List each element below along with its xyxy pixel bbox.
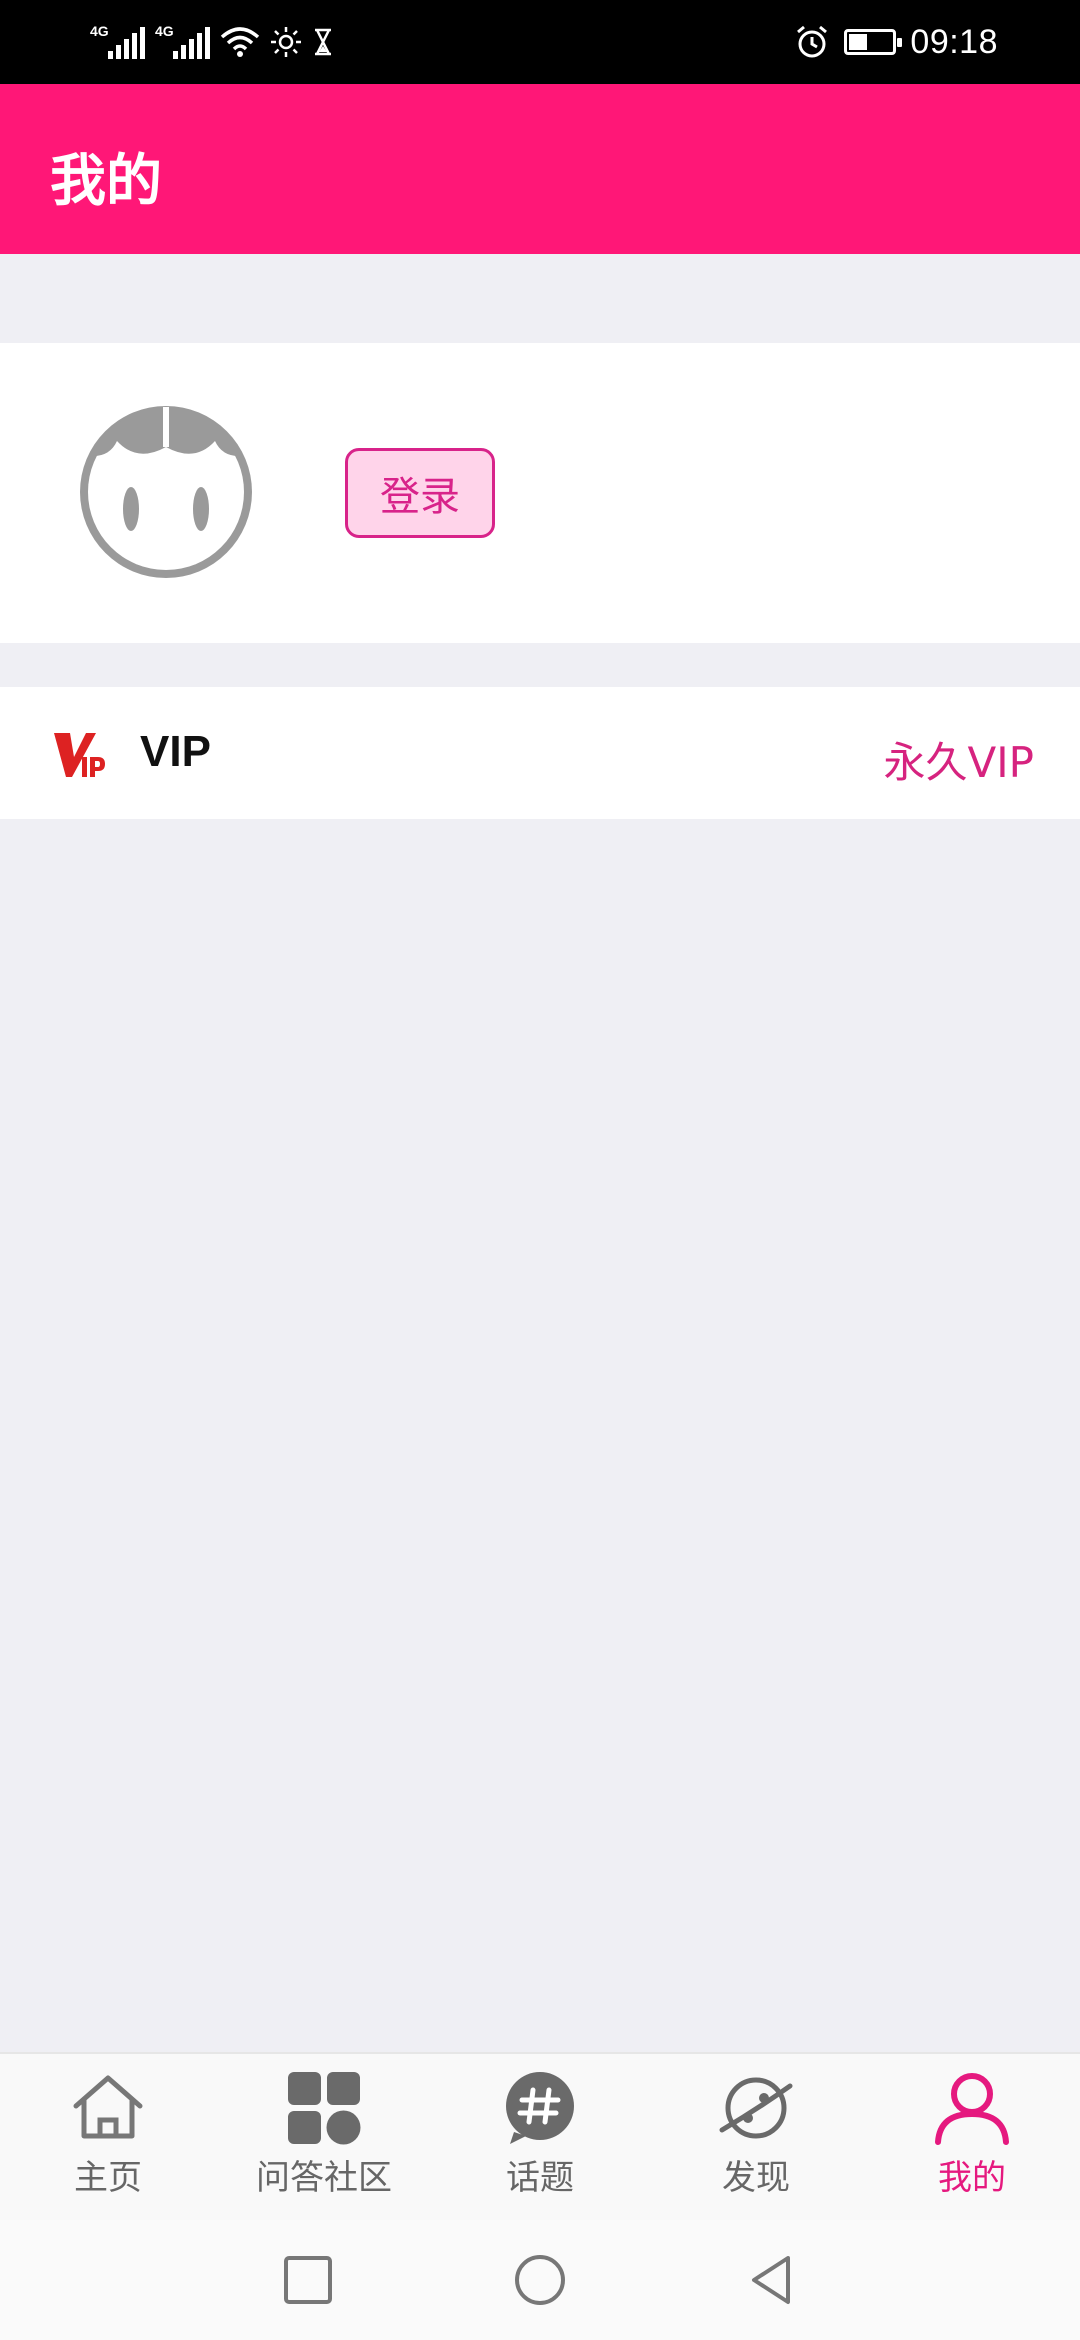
status-time: 09:18 (910, 22, 998, 61)
bottom-nav: 主页 问答社区 话题 发现 我的 (0, 2052, 1080, 2220)
nav-item-topics[interactable]: 话题 (432, 2054, 648, 2220)
brightness-icon (271, 27, 301, 57)
wifi-icon (220, 27, 260, 57)
status-icons-left: 4G 4G (90, 18, 334, 66)
recent-apps-icon[interactable] (280, 2252, 336, 2308)
login-button[interactable]: 登录 (345, 448, 495, 538)
nav-label-home: 主页 (74, 2158, 142, 2198)
hashtag-icon (506, 2072, 574, 2144)
vip-icon (54, 733, 105, 777)
home-circle-icon[interactable] (512, 2252, 568, 2308)
hourglass-icon (315, 28, 331, 56)
grid-icon (288, 2072, 361, 2145)
nav-label-discover: 发现 (722, 2158, 790, 2198)
alarm-icon (797, 25, 828, 58)
network-type-label: 4G (90, 23, 109, 39)
nav-label-qa-community: 问答社区 (256, 2158, 392, 2198)
cellular-signal-icon-2: 4G (155, 23, 210, 59)
network-type-label-2: 4G (155, 23, 174, 39)
app-header: 我的 (0, 84, 1080, 254)
discover-icon (719, 2077, 793, 2139)
page-title: 我的 (50, 149, 162, 214)
cellular-signal-icon: 4G (90, 23, 145, 59)
vip-row[interactable]: VIP 永久VIP (0, 687, 1080, 819)
vip-status-value: 永久VIP (883, 738, 1034, 787)
system-nav-bar (0, 2220, 1080, 2340)
nav-item-mine[interactable]: 我的 (864, 2054, 1080, 2220)
nav-label-topics: 话题 (506, 2158, 574, 2198)
vip-label: VIP (140, 727, 211, 776)
status-bar: 4G 4G 09:18 (0, 0, 1080, 84)
nav-item-home[interactable]: 主页 (0, 2054, 216, 2220)
profile-card: 登录 (0, 343, 1080, 643)
home-icon (73, 2075, 143, 2139)
person-icon (935, 2073, 1009, 2145)
nav-item-discover[interactable]: 发现 (648, 2054, 864, 2220)
avatar-icon[interactable] (75, 401, 257, 583)
battery-icon (844, 29, 903, 55)
nav-item-qa-community[interactable]: 问答社区 (216, 2054, 432, 2220)
status-icons-right: 09:18 (794, 14, 998, 70)
back-triangle-icon[interactable] (744, 2252, 800, 2308)
nav-label-mine: 我的 (938, 2158, 1006, 2198)
